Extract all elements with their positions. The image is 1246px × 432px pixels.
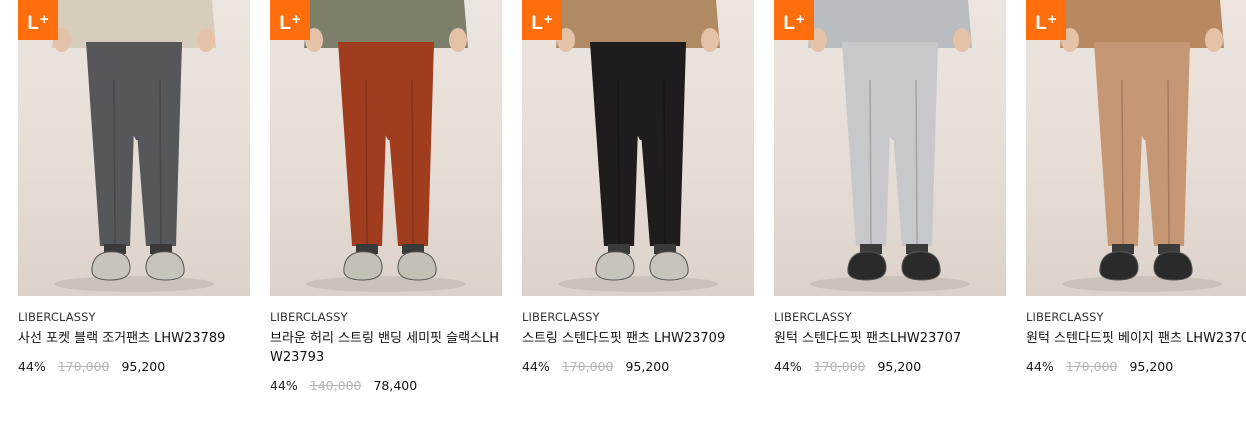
crease-left — [1121, 79, 1124, 245]
sale-price: 78,400 — [373, 378, 418, 393]
left-shoe — [1099, 251, 1139, 281]
lplus-badge-icon: L+ — [774, 0, 814, 40]
pants-right-leg — [384, 42, 434, 246]
floor-shadow — [810, 276, 970, 292]
brand-name[interactable]: LIBERCLASSY — [774, 310, 1006, 325]
right-hand — [953, 28, 971, 52]
product-photo — [1060, 0, 1224, 292]
product-card[interactable]: L+ LIBERCLASSY 브라운 허리 스트링 밴딩 세미핏 슬랙스LHW2… — [270, 0, 502, 395]
product-name[interactable]: 사선 포켓 블랙 조거팬츠 LHW23789 — [18, 329, 250, 348]
right-hand — [449, 28, 467, 52]
pants-left-leg — [338, 42, 388, 246]
discount-rate: 44% — [1026, 359, 1054, 374]
brand-name[interactable]: LIBERCLASSY — [522, 310, 754, 325]
product-card[interactable]: L+ LIBERCLASSY 사선 포켓 블랙 조거팬츠 LHW23789 44… — [18, 0, 250, 376]
right-hand — [197, 28, 215, 52]
discount-rate: 44% — [18, 359, 46, 374]
product-image[interactable]: L+ — [522, 0, 754, 296]
original-price: 170,000 — [813, 359, 866, 374]
lplus-badge-icon: L+ — [18, 0, 58, 40]
right-shoe — [1153, 251, 1193, 281]
product-photo — [556, 0, 720, 292]
right-shoe — [145, 251, 185, 281]
sale-price: 95,200 — [1129, 359, 1174, 374]
price-row: 44% 140,000 78,400 — [270, 377, 502, 395]
jacket — [52, 0, 216, 48]
jacket — [808, 0, 972, 48]
right-shoe — [649, 251, 689, 281]
jacket — [556, 0, 720, 48]
product-name[interactable]: 원턱 스텐다드핏 팬츠LHW23707 — [774, 329, 1006, 348]
lplus-badge-icon: L+ — [1026, 0, 1066, 40]
product-card[interactable]: L+ LIBERCLASSY 원턱 스텐다드핏 베이지 팬츠 LHW23703 … — [1026, 0, 1246, 376]
pants-right-leg — [636, 42, 686, 246]
product-grid: L+ LIBERCLASSY 사선 포켓 블랙 조거팬츠 LHW23789 44… — [0, 0, 1246, 432]
pants-left-leg — [1094, 42, 1144, 246]
crease-left — [617, 79, 620, 245]
product-image[interactable]: L+ — [1026, 0, 1246, 296]
crease-left — [869, 79, 872, 245]
pants-left-leg — [86, 42, 136, 246]
product-name[interactable]: 브라운 허리 스트링 밴딩 세미핏 슬랙스LHW23793 — [270, 329, 502, 367]
price-row: 44% 170,000 95,200 — [774, 358, 1006, 376]
crease-left — [365, 79, 368, 245]
crease-right — [159, 79, 162, 245]
crease-right — [1167, 79, 1170, 245]
original-price: 170,000 — [57, 359, 110, 374]
product-photo — [52, 0, 216, 292]
product-card[interactable]: L+ LIBERCLASSY 원턱 스텐다드핏 팬츠LHW23707 44% 1… — [774, 0, 1006, 376]
brand-name[interactable]: LIBERCLASSY — [270, 310, 502, 325]
discount-rate: 44% — [522, 359, 550, 374]
jacket — [304, 0, 468, 48]
lplus-badge-icon: L+ — [522, 0, 562, 40]
original-price: 170,000 — [561, 359, 614, 374]
jacket — [1060, 0, 1224, 48]
product-image[interactable]: L+ — [774, 0, 1006, 296]
discount-rate: 44% — [270, 378, 298, 393]
brand-name[interactable]: LIBERCLASSY — [1026, 310, 1246, 325]
product-name[interactable]: 스트링 스텐다드핏 팬츠 LHW23709 — [522, 329, 754, 348]
brand-name[interactable]: LIBERCLASSY — [18, 310, 250, 325]
floor-shadow — [1062, 276, 1222, 292]
product-card[interactable]: L+ LIBERCLASSY 스트링 스텐다드핏 팬츠 LHW23709 44%… — [522, 0, 754, 376]
floor-shadow — [558, 276, 718, 292]
crease-right — [411, 79, 414, 245]
right-shoe — [901, 251, 941, 281]
pants-right-leg — [1140, 42, 1190, 246]
pants-left-leg — [590, 42, 640, 246]
pants-right-leg — [888, 42, 938, 246]
product-image[interactable]: L+ — [18, 0, 250, 296]
sale-price: 95,200 — [121, 359, 166, 374]
crease-left — [113, 79, 116, 245]
right-hand — [1205, 28, 1223, 52]
price-row: 44% 170,000 95,200 — [18, 358, 250, 376]
sale-price: 95,200 — [877, 359, 922, 374]
pants-right-leg — [132, 42, 182, 246]
right-hand — [701, 28, 719, 52]
original-price: 170,000 — [1065, 359, 1118, 374]
sale-price: 95,200 — [625, 359, 670, 374]
left-shoe — [847, 251, 887, 281]
crease-right — [915, 79, 918, 245]
discount-rate: 44% — [774, 359, 802, 374]
floor-shadow — [306, 276, 466, 292]
crease-right — [663, 79, 666, 245]
floor-shadow — [54, 276, 214, 292]
right-shoe — [397, 251, 437, 281]
product-photo — [808, 0, 972, 292]
left-shoe — [595, 251, 635, 281]
price-row: 44% 170,000 95,200 — [1026, 358, 1246, 376]
product-name[interactable]: 원턱 스텐다드핏 베이지 팬츠 LHW23703 — [1026, 329, 1246, 348]
left-shoe — [91, 251, 131, 281]
original-price: 140,000 — [309, 378, 362, 393]
lplus-badge-icon: L+ — [270, 0, 310, 40]
pants-left-leg — [842, 42, 892, 246]
left-shoe — [343, 251, 383, 281]
price-row: 44% 170,000 95,200 — [522, 358, 754, 376]
product-photo — [304, 0, 468, 292]
product-image[interactable]: L+ — [270, 0, 502, 296]
